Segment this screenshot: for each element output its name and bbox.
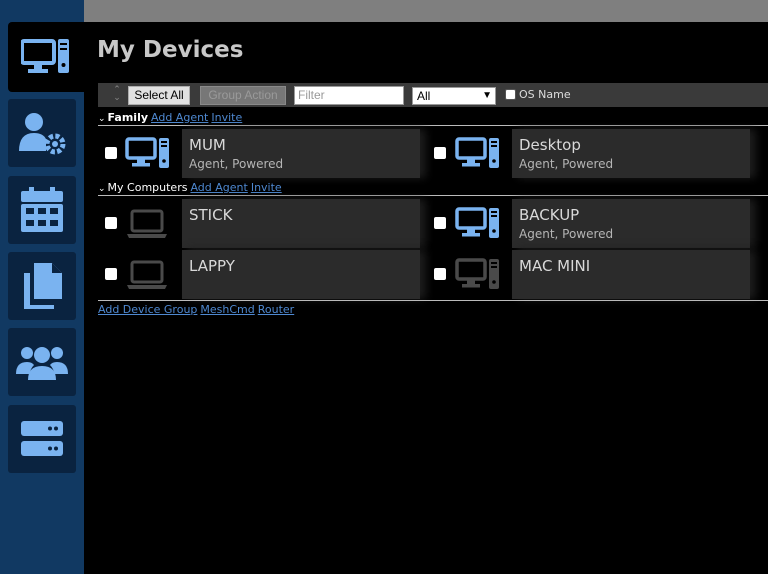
desktop-icon[interactable] (454, 133, 502, 173)
device-checkbox[interactable] (105, 217, 117, 229)
device-status: Agent, Powered (189, 157, 284, 171)
device-checkbox[interactable] (434, 217, 446, 229)
group-header-family: ⌄ Family Add Agent Invite (98, 111, 242, 124)
group-name: Family (107, 111, 149, 124)
invite-link[interactable]: Invite (211, 111, 242, 124)
desktop-icon[interactable] (454, 203, 502, 243)
device-checkbox[interactable] (105, 268, 117, 280)
page-title: My Devices (97, 37, 244, 63)
invite-link[interactable]: Invite (251, 181, 282, 194)
footer-links: Add Device Group MeshCmd Router (98, 303, 297, 316)
top-bar (84, 0, 768, 22)
collapse-all-icon[interactable]: ⌃ ⌄ (110, 86, 124, 104)
desktop-icon (21, 37, 71, 77)
chevron-down-icon[interactable]: ⌄ (98, 184, 106, 194)
desktop-icon[interactable] (454, 254, 502, 294)
add-device-group-link[interactable]: Add Device Group (98, 303, 197, 316)
sidebar-item-users[interactable] (8, 328, 76, 396)
add-agent-link[interactable]: Add Agent (190, 181, 247, 194)
group-divider (98, 125, 768, 126)
group-divider (98, 195, 768, 196)
device-name: Desktop (519, 136, 581, 154)
chevron-down-icon: ▼ (482, 90, 492, 101)
meshcmd-link[interactable]: MeshCmd (200, 303, 254, 316)
group-name: My Computers (107, 181, 188, 194)
add-agent-link[interactable]: Add Agent (151, 111, 208, 124)
desktop-icon[interactable] (124, 133, 172, 173)
group-header-my-computers: ⌄ My Computers Add Agent Invite (98, 181, 282, 194)
calendar-icon (20, 187, 64, 233)
files-icon (20, 261, 64, 311)
sidebar (0, 0, 84, 574)
group-action-button[interactable]: Group Action (200, 86, 286, 105)
device-status: Agent, Powered (519, 157, 614, 171)
device-checkbox[interactable] (434, 147, 446, 159)
filter-select[interactable]: All ▼ (412, 87, 496, 105)
device-name: MAC MINI (519, 257, 591, 275)
group-divider (98, 300, 768, 301)
device-checkbox[interactable] (105, 147, 117, 159)
os-name-label: OS Name (519, 88, 571, 101)
device-name: BACKUP (519, 206, 580, 224)
laptop-icon[interactable] (124, 254, 172, 294)
device-name: LAPPY (189, 257, 235, 275)
filter-input[interactable]: Filter (294, 86, 404, 105)
sidebar-item-calendar[interactable] (8, 176, 76, 244)
filter-select-value: All (417, 89, 431, 103)
device-name: STICK (189, 206, 233, 224)
users-icon (16, 342, 68, 382)
device-status: Agent, Powered (519, 227, 614, 241)
device-checkbox[interactable] (434, 268, 446, 280)
user-settings-icon (17, 111, 67, 155)
sidebar-item-user-settings[interactable] (8, 99, 76, 167)
app-root: My Devices ⌃ ⌄ Select All Group Action Fi… (0, 0, 768, 574)
device-name: MUM (189, 136, 226, 154)
select-all-button[interactable]: Select All (128, 86, 190, 105)
server-icon (20, 419, 64, 459)
sidebar-item-devices[interactable] (8, 22, 84, 92)
sidebar-item-files[interactable] (8, 252, 76, 320)
laptop-icon[interactable] (124, 203, 172, 243)
chevron-down-icon[interactable]: ⌄ (98, 114, 106, 124)
sidebar-item-server[interactable] (8, 405, 76, 473)
os-name-checkbox[interactable] (505, 89, 516, 100)
router-link[interactable]: Router (258, 303, 294, 316)
